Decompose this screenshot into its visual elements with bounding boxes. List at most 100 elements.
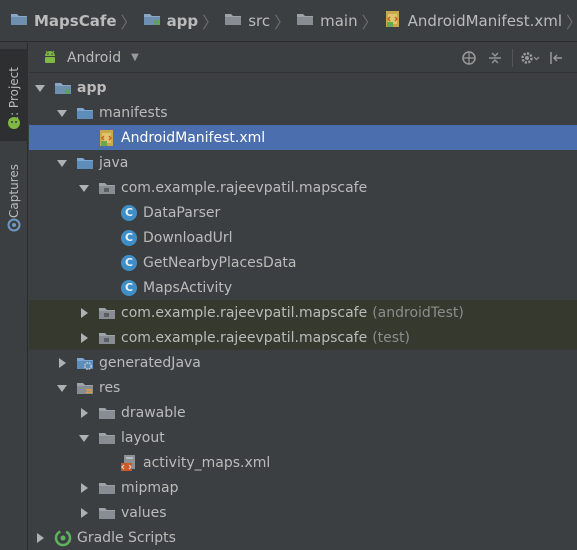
source-set-suffix: (test) [372,329,411,346]
collapse-arrow-icon[interactable] [78,407,90,419]
breadcrumb-src-label: src [248,11,271,30]
folder-icon [224,11,242,31]
project-folder-icon [10,11,28,31]
tree-node-package-test[interactable]: com.example.rajeevpatil.mapscafe (test) [29,325,577,350]
folder-icon [76,105,94,121]
tree-node-label: java [99,154,129,171]
class-icon: C [120,254,138,271]
collapse-arrow-icon[interactable] [78,507,90,519]
expand-arrow-icon[interactable] [56,157,68,169]
breadcrumb-separator-icon: 〉 [274,12,291,32]
tree-node-app[interactable]: app [29,75,577,100]
tree-node-label: com.example.rajeevpatil.mapscafe [121,179,368,196]
folder-icon [98,505,116,521]
class-icon: C [120,204,138,221]
panel-toolbar [456,43,569,73]
tree-node-label: values [121,504,167,521]
tree-node-generated-java[interactable]: generatedJava [29,350,577,375]
tree-node-android-manifest[interactable]: AndroidManifest.xml [29,125,577,150]
tree-node-label: activity_maps.xml [143,454,271,471]
collapse-arrow-icon[interactable] [78,332,90,344]
collapse-all-button[interactable] [482,43,508,73]
folder-icon [98,405,116,421]
tree-node-drawable[interactable]: drawable [29,400,577,425]
breadcrumb-module[interactable]: app 〉 [143,0,225,42]
breadcrumb-separator-icon: 〉 [566,9,577,33]
expand-arrow-icon[interactable] [78,432,90,444]
folder-icon [98,430,116,446]
tree-node-class[interactable]: C DataParser [29,200,577,225]
collapse-all-icon [489,52,501,64]
tree-node-class[interactable]: C MapsActivity [29,275,577,300]
android-icon [0,113,28,133]
tree-node-java[interactable]: java [29,150,577,175]
tool-window-strip: 1: Project Captures [0,43,28,550]
breadcrumb-src[interactable]: src 〉 [224,0,296,42]
tree-node-package-main[interactable]: com.example.rajeevpatil.mapscafe [29,175,577,200]
android-icon [41,48,59,68]
folder-icon [76,155,94,171]
expand-arrow-icon[interactable] [78,182,90,194]
settings-button[interactable] [517,43,543,73]
tree-node-manifests[interactable]: manifests [29,100,577,125]
breadcrumb-file-label: AndroidManifest.xml [407,11,563,30]
tree-node-class[interactable]: C GetNearbyPlacesData [29,250,577,275]
collapse-arrow-icon[interactable] [34,532,46,544]
generated-folder-icon [76,355,94,371]
tree-node-label: com.example.rajeevpatil.mapscafe [121,304,368,321]
package-icon [98,180,116,196]
tree-node-label: manifests [99,104,168,121]
tree-node-class[interactable]: C DownloadUrl [29,225,577,250]
breadcrumb-file[interactable]: AndroidManifest.xml 〉 [384,0,577,42]
view-mode-label: Android [67,49,122,66]
project-tree: app manifests AndroidManifest.xml java c… [29,74,577,550]
collapse-arrow-icon[interactable] [78,307,90,319]
tree-node-label: mipmap [121,479,179,496]
package-icon [98,330,116,346]
tree-node-label: GetNearbyPlacesData [143,254,297,271]
tree-node-layout[interactable]: layout [29,425,577,450]
tree-node-label: layout [121,429,165,446]
breadcrumb-project-label: MapsCafe [34,11,117,30]
tree-node-values[interactable]: values [29,500,577,525]
tree-node-layout-file[interactable]: activity_maps.xml [29,450,577,475]
tree-node-mipmap[interactable]: mipmap [29,475,577,500]
breadcrumb-separator-icon: 〉 [202,12,219,32]
breadcrumb-project[interactable]: MapsCafe 〉 [10,0,143,42]
tree-node-label: drawable [121,404,186,421]
breadcrumb-separator-icon: 〉 [120,12,137,32]
manifest-file-icon [98,129,116,146]
breadcrumb-main[interactable]: main 〉 [296,0,384,42]
collapse-arrow-icon[interactable] [56,357,68,369]
expand-arrow-icon[interactable] [34,82,46,94]
tree-node-label: DownloadUrl [143,229,233,246]
tree-node-label: AndroidManifest.xml [121,129,266,146]
gear-icon [521,52,540,64]
view-mode-dropdown[interactable]: Android ▼ [29,43,139,73]
tree-node-package-android-test[interactable]: com.example.rajeevpatil.mapscafe (androi… [29,300,577,325]
tree-node-label: DataParser [143,204,221,221]
tree-node-label: Gradle Scripts [77,529,176,546]
tree-node-label: res [99,379,121,396]
tree-node-gradle-scripts[interactable]: Gradle Scripts [29,525,577,550]
collapse-arrow-icon[interactable] [78,482,90,494]
expand-arrow-icon[interactable] [56,382,68,394]
source-set-suffix: (androidTest) [372,304,464,321]
class-icon: C [120,229,138,246]
folder-icon [98,480,116,496]
breadcrumb-module-label: app [166,11,199,30]
expand-arrow-icon[interactable] [56,107,68,119]
breadcrumb-separator-icon: 〉 [361,12,378,32]
toolbar-divider [512,49,513,67]
folder-icon [296,11,314,31]
hide-panel-button[interactable] [543,43,569,73]
manifest-file-icon [384,10,402,32]
gradle-icon [54,529,72,546]
breadcrumb-main-label: main [320,11,358,30]
resources-folder-icon [76,380,94,396]
scroll-from-source-button[interactable] [456,43,482,73]
hide-panel-icon [550,52,562,64]
camera-icon [0,215,28,235]
tree-node-res[interactable]: res [29,375,577,400]
chevron-down-icon: ▼ [131,52,139,63]
